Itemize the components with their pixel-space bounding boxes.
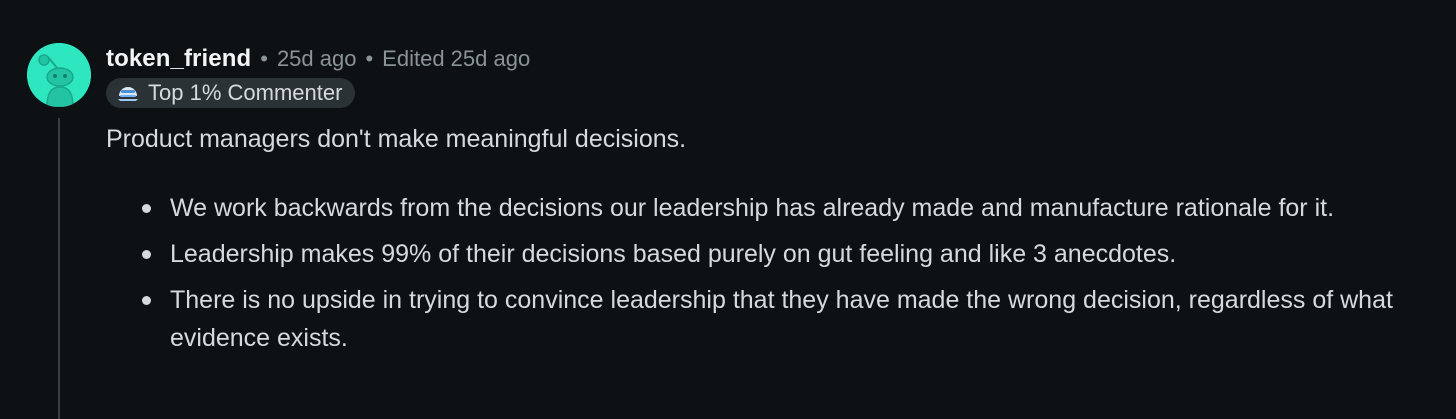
list-item: Leadership makes 99% of their decisions … [142, 235, 1446, 273]
list-item: There is no upside in trying to convince… [142, 281, 1446, 357]
comment-body: Product managers don't make meaningful d… [106, 122, 1446, 365]
bullet-dot [142, 250, 151, 259]
bullet-dot [142, 204, 151, 213]
list-item: We work backwards from the decisions our… [142, 189, 1446, 227]
comment-intro: Product managers don't make meaningful d… [106, 125, 687, 153]
list-item-text: We work backwards from the decisions our… [170, 194, 1335, 222]
list-item-text: Leadership makes 99% of their decisions … [170, 240, 1177, 268]
meta-separator: • [365, 46, 374, 71]
edited-time: Edited 25d ago [382, 46, 531, 71]
comment-header: token_friend • 25d ago • Edited 25d ago [106, 44, 530, 74]
comment: token_friend • 25d ago • Edited 25d ago … [0, 0, 1456, 419]
thread-line[interactable] [58, 118, 60, 419]
badge-label: Top 1% Commenter [148, 80, 343, 105]
snoo-avatar-icon [27, 43, 91, 107]
bullet-dot [142, 296, 151, 305]
posted-time[interactable]: 25d ago [277, 46, 357, 72]
user-avatar[interactable] [27, 43, 91, 107]
top-commenter-icon [116, 83, 140, 103]
author-username[interactable]: token_friend [106, 45, 251, 73]
comment-bullet-list: We work backwards from the decisions our… [106, 189, 1446, 357]
top-commenter-badge[interactable]: Top 1% Commenter [106, 78, 356, 108]
meta-separator: • [260, 46, 268, 71]
list-item-text: There is no upside in trying to convince… [170, 286, 1393, 352]
